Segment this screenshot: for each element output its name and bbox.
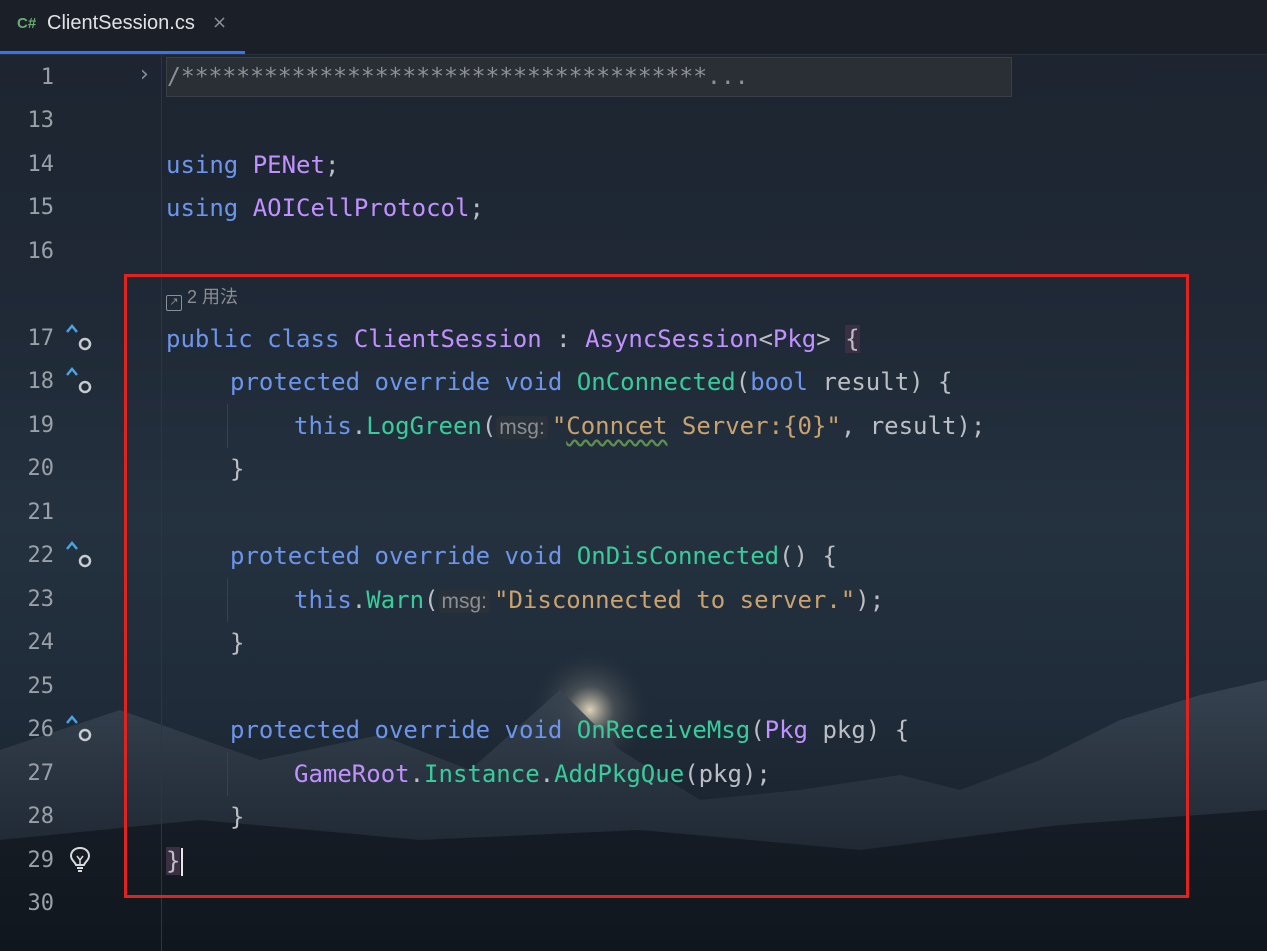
close-icon[interactable]: × — [212, 12, 227, 33]
line-number: 17 — [27, 326, 55, 351]
line-number: 19 — [27, 413, 55, 438]
keyword: using — [166, 194, 239, 222]
fold-expand-icon[interactable]: › — [140, 62, 149, 87]
line-number: 27 — [27, 761, 55, 786]
line-number: 14 — [27, 152, 55, 177]
namespace-name[interactable]: AOICellProtocol — [253, 194, 470, 222]
line-number: 29 — [27, 848, 55, 873]
line-number: 23 — [27, 587, 55, 612]
line-number: 20 — [27, 456, 55, 481]
line-number: 28 — [27, 804, 55, 829]
folded-comment-block[interactable]: /**************************************.… — [166, 57, 1012, 97]
line-number: 16 — [27, 239, 55, 264]
namespace-name[interactable]: PENet — [253, 151, 325, 179]
line-number: 21 — [27, 500, 55, 525]
line-number: 15 — [27, 195, 55, 220]
line-number: 18 — [27, 369, 55, 394]
override-marker-icon[interactable] — [64, 365, 94, 395]
line-number: 13 — [27, 108, 55, 133]
line-number: 24 — [27, 630, 55, 655]
line-number: 30 — [27, 891, 55, 916]
csharp-file-icon: C# — [17, 15, 37, 32]
code-line-14: using PENet; — [166, 150, 339, 180]
punctuation: ; — [469, 194, 484, 222]
tab-title: ClientSession.cs — [47, 12, 195, 34]
line-number: 1 — [40, 65, 54, 90]
keyword: using — [166, 151, 239, 179]
override-marker-icon[interactable] — [64, 539, 94, 569]
code-line-15: using AOICellProtocol; — [166, 193, 484, 223]
line-number: 22 — [27, 543, 55, 568]
tab-client-session[interactable]: C# ClientSession.cs × — [0, 0, 245, 54]
editor-tab-bar: C# ClientSession.cs × — [0, 0, 1267, 55]
override-marker-icon[interactable] — [64, 713, 94, 743]
lightbulb-icon[interactable] — [68, 846, 92, 874]
annotation-highlight-box — [124, 274, 1189, 898]
override-marker-icon[interactable] — [64, 322, 94, 352]
line-number: 26 — [27, 717, 55, 742]
line-number: 25 — [27, 674, 55, 699]
punctuation: ; — [324, 151, 340, 179]
